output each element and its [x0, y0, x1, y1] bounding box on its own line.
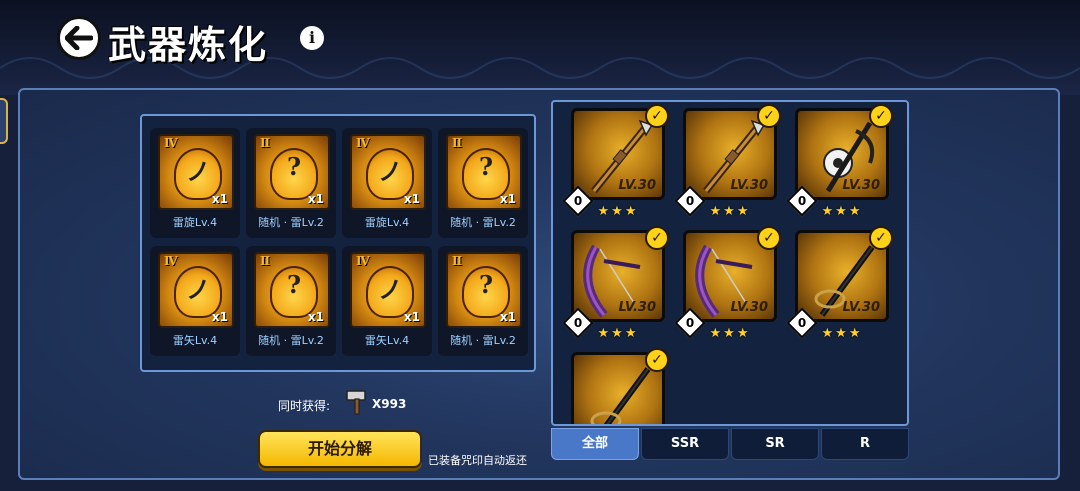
rune-glyph: ノ [186, 275, 210, 304]
rune-icon: ? Ⅱ x1 [446, 252, 522, 328]
materials-panel: ノ Ⅳ x1 雷旋Lv.4 ? Ⅱ x1 随机 · 雷Lv.2 ノ Ⅳ x1 雷… [140, 114, 536, 372]
material-card[interactable]: ? Ⅱ x1 随机 · 雷Lv.2 [246, 246, 336, 356]
tab-ssr[interactable]: SSR [641, 428, 729, 460]
checkmark-icon[interactable]: ✓ [645, 226, 669, 250]
material-name: 雷矢Lv.4 [364, 334, 410, 347]
material-name: 随机 · 雷Lv.2 [258, 334, 324, 347]
quantity-label: x1 [403, 192, 420, 206]
tab-r[interactable]: R [821, 428, 909, 460]
rune-glyph: ノ [186, 157, 210, 186]
rune-icon: ? Ⅱ x1 [254, 252, 330, 328]
start-decompose-button[interactable]: 开始分解 [258, 430, 422, 468]
rune-glyph: ? [478, 152, 494, 181]
material-card[interactable]: ? Ⅱ x1 随机 · 雷Lv.2 [438, 128, 528, 238]
material-name: 雷矢Lv.4 [172, 334, 218, 347]
star-rating: ★★★ [709, 204, 751, 219]
checkmark-icon[interactable]: ✓ [645, 348, 669, 372]
reward-label: 同时获得: [278, 399, 331, 413]
checkmark-icon[interactable]: ✓ [869, 226, 893, 250]
weapon-level: LV.30 [618, 178, 656, 193]
hammer-icon [346, 390, 366, 415]
quantity-label: x1 [307, 192, 324, 206]
rune-icon: ? Ⅱ x1 [446, 134, 522, 210]
rank-label: Ⅱ [452, 136, 463, 150]
rank-label: Ⅳ [164, 254, 178, 268]
rune-icon: ノ Ⅳ x1 [350, 252, 426, 328]
quantity-label: x1 [307, 310, 324, 324]
material-card[interactable]: ノ Ⅳ x1 雷旋Lv.4 [342, 128, 432, 238]
rarity-tabs: 全部 SSR SR R [551, 428, 909, 460]
material-name: 雷旋Lv.4 [364, 216, 410, 229]
rank-label: Ⅳ [356, 254, 370, 268]
material-name: 随机 · 雷Lv.2 [450, 216, 516, 229]
checkmark-icon[interactable]: ✓ [757, 104, 781, 128]
weapon-card[interactable]: LV.30 ✓ 0 ★★★ [674, 226, 781, 348]
checkmark-icon[interactable]: ✓ [869, 104, 893, 128]
material-card[interactable]: ノ Ⅳ x1 雷旋Lv.4 [150, 128, 240, 238]
weapon-card[interactable]: LV.30 ✓ 0 ★★★ [562, 226, 669, 348]
side-tab-handle[interactable] [0, 98, 8, 144]
rune-glyph: ? [286, 270, 302, 299]
rune-glyph: ? [286, 152, 302, 181]
weapon-card[interactable]: LV.30 ✓ 0 ★★★ [786, 104, 893, 226]
material-card[interactable]: ノ Ⅳ x1 雷矢Lv.4 [342, 246, 432, 356]
page-title: 武器炼化 [108, 22, 269, 67]
material-name: 随机 · 雷Lv.2 [450, 334, 516, 347]
star-rating: ★★★ [597, 204, 639, 219]
quantity-label: x1 [403, 310, 420, 324]
tab-all[interactable]: 全部 [551, 428, 639, 460]
weapon-level: LV.30 [730, 300, 768, 315]
rune-icon: ? Ⅱ x1 [254, 134, 330, 210]
rune-icon: ノ Ⅳ x1 [158, 252, 234, 328]
star-rating: ★★★ [821, 204, 863, 219]
rune-glyph: ? [478, 270, 494, 299]
rune-icon: ノ Ⅳ x1 [158, 134, 234, 210]
rank-label: Ⅱ [452, 254, 463, 268]
reward-count: X993 [372, 397, 407, 411]
rank-label: Ⅱ [260, 254, 271, 268]
checkmark-icon[interactable]: ✓ [645, 104, 669, 128]
material-name: 雷旋Lv.4 [172, 216, 218, 229]
quantity-label: x1 [499, 192, 516, 206]
weapon-level: LV.30 [730, 178, 768, 193]
weapon-level: LV.30 [842, 300, 880, 315]
material-name: 随机 · 雷Lv.2 [258, 216, 324, 229]
weapon-card[interactable]: ✓ [571, 348, 669, 424]
back-arrow-icon [65, 26, 93, 50]
auto-return-note: 已装备咒印自动返还 [428, 454, 527, 467]
material-card[interactable]: ? Ⅱ x1 随机 · 雷Lv.2 [438, 246, 528, 356]
star-rating: ★★★ [709, 326, 751, 341]
rank-label: Ⅱ [260, 136, 271, 150]
quantity-label: x1 [211, 310, 228, 324]
weapon-card[interactable]: LV.30 ✓ 0 ★★★ [674, 104, 781, 226]
rune-glyph: ノ [378, 157, 402, 186]
weapon-level: LV.30 [842, 178, 880, 193]
weapon-card[interactable]: LV.30 ✓ 0 ★★★ [786, 226, 893, 348]
star-rating: ★★★ [821, 326, 863, 341]
quantity-label: x1 [499, 310, 516, 324]
checkmark-icon[interactable]: ✓ [757, 226, 781, 250]
weapons-panel: LV.30 ✓ 0 ★★★ LV.30 ✓ 0 ★★★ LV.30 ✓ 0 ★★★ LV.30 ✓ 0… [551, 100, 909, 426]
material-card[interactable]: ノ Ⅳ x1 雷矢Lv.4 [150, 246, 240, 356]
tab-sr[interactable]: SR [731, 428, 819, 460]
rank-label: Ⅳ [356, 136, 370, 150]
material-card[interactable]: ? Ⅱ x1 随机 · 雷Lv.2 [246, 128, 336, 238]
rune-icon: ノ Ⅳ x1 [350, 134, 426, 210]
weapon-level: LV.30 [618, 300, 656, 315]
quantity-label: x1 [211, 192, 228, 206]
info-button[interactable]: i [300, 26, 324, 50]
rank-label: Ⅳ [164, 136, 178, 150]
star-rating: ★★★ [597, 326, 639, 341]
rune-glyph: ノ [378, 275, 402, 304]
back-button[interactable] [57, 16, 101, 60]
weapon-card[interactable]: LV.30 ✓ 0 ★★★ [562, 104, 669, 226]
